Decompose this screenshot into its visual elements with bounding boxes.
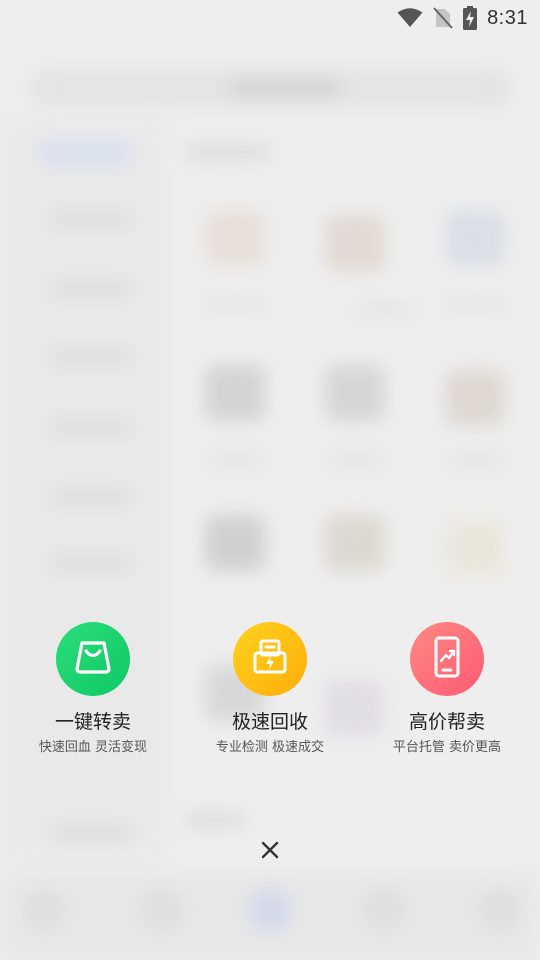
bg-product-thumb <box>445 370 505 426</box>
premium-sell-title: 高价帮卖 <box>408 711 485 733</box>
bg-section-title <box>185 144 270 160</box>
bg-product-thumb <box>325 215 385 271</box>
battery-charging-icon <box>463 6 478 30</box>
close-icon <box>261 841 279 863</box>
bg-sidebar-item <box>50 556 130 570</box>
bg-sidebar-active-item <box>40 140 130 166</box>
sell-options: 一键转卖 快速回血 灵活变现 极速回收 专业检测 极速成交 高价帮卖 平台托管 … <box>0 622 540 772</box>
bg-product-thumb <box>325 515 385 571</box>
close-button[interactable] <box>253 835 287 869</box>
quick-resell-icon-circle[interactable] <box>56 622 130 696</box>
bg-sidebar-item <box>50 490 130 504</box>
fast-recycle-icon-circle[interactable] <box>233 622 307 696</box>
quick-resell-option[interactable]: 一键转卖 快速回血 灵活变现 <box>3 622 183 756</box>
wifi-icon <box>397 8 423 28</box>
blurred-background <box>0 0 540 960</box>
bg-product-thumb <box>205 515 265 571</box>
shopping-bag-icon <box>73 637 113 681</box>
bg-sidebar-item <box>50 212 130 226</box>
bg-product-caption <box>205 455 265 465</box>
bg-product-thumb <box>445 520 505 576</box>
bg-product-thumb <box>205 365 265 421</box>
bg-nav-tab <box>362 888 406 932</box>
bg-product-thumb <box>205 210 265 266</box>
fast-recycle-subtitle: 专业检测 极速成交 <box>215 740 325 755</box>
fast-recycle-title: 极速回收 <box>231 711 308 733</box>
bg-nav-tab <box>140 888 184 932</box>
bg-sidebar-item <box>50 826 130 840</box>
bg-sidebar-item <box>50 420 130 434</box>
bg-sidebar-item <box>50 350 130 364</box>
premium-sell-subtitle: 平台托管 卖价更高 <box>392 740 502 755</box>
fast-recycle-option[interactable]: 极速回收 专业检测 极速成交 <box>180 622 360 756</box>
premium-sell-icon-circle[interactable] <box>410 622 484 696</box>
bg-product-caption <box>445 300 505 310</box>
status-clock: 8:31 <box>487 6 528 29</box>
quick-resell-subtitle: 快速回血 灵活变现 <box>38 740 148 755</box>
status-bar: 8:31 <box>0 0 540 36</box>
bg-product-caption <box>445 455 505 465</box>
bg-product-caption <box>325 455 385 465</box>
quick-resell-title: 一键转卖 <box>54 711 131 733</box>
bg-product-thumb <box>325 365 385 421</box>
bg-sidebar-item <box>50 282 130 296</box>
no-sim-icon <box>433 7 453 29</box>
bg-section-title <box>185 812 245 828</box>
bg-nav-tab <box>478 888 522 932</box>
bg-product-thumb <box>445 210 505 266</box>
premium-sell-option[interactable]: 高价帮卖 平台托管 卖价更高 <box>357 622 537 756</box>
bg-product-caption <box>205 300 265 310</box>
lightning-box-icon <box>250 637 290 681</box>
bg-search-text <box>230 80 340 96</box>
phone-trend-icon <box>427 636 467 682</box>
bg-nav-tab <box>22 888 66 932</box>
bg-product-caption <box>355 305 415 315</box>
bg-nav-tab <box>248 888 292 932</box>
